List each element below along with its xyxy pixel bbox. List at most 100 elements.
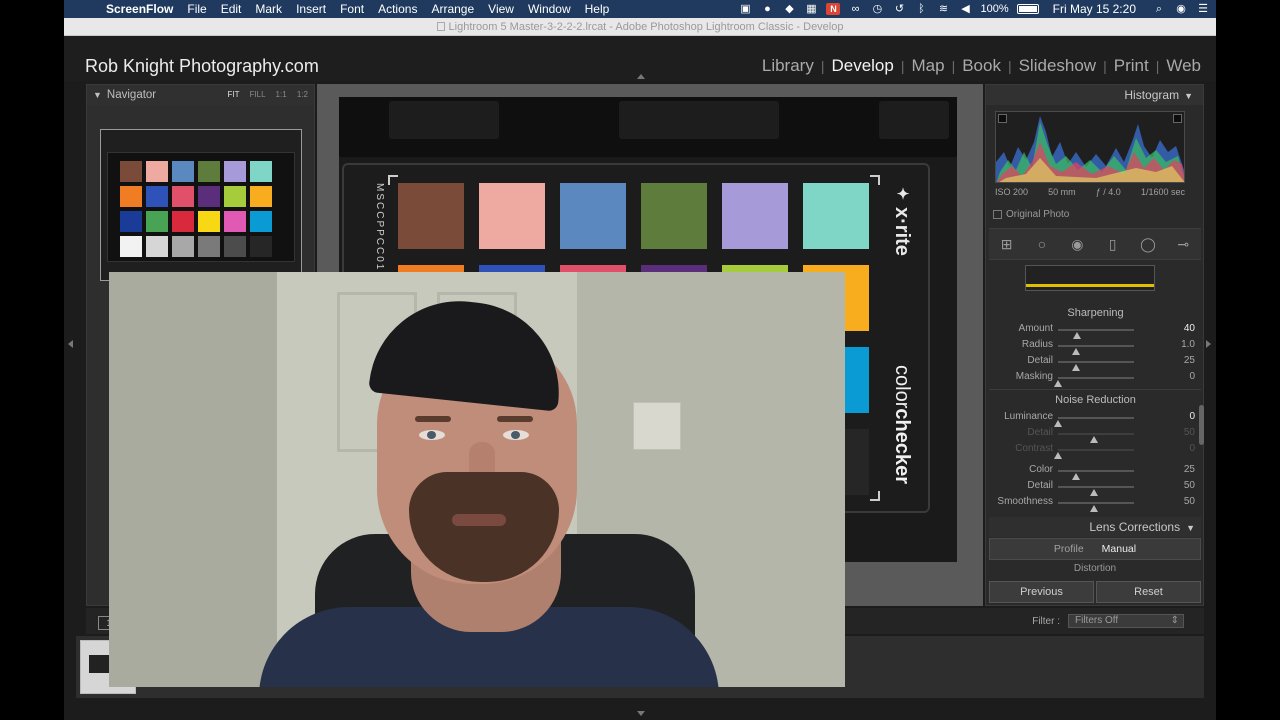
lens-corrections-header[interactable]: Lens Corrections ▼ bbox=[989, 517, 1201, 537]
slider-value[interactable]: 0 bbox=[1189, 411, 1195, 422]
camera-icon[interactable]: ▣ bbox=[738, 3, 752, 15]
time-machine-icon[interactable]: ↺ bbox=[892, 3, 906, 15]
zoom-1-1[interactable]: 1:1 bbox=[276, 90, 287, 99]
graduated-filter-icon[interactable]: ▯ bbox=[1103, 234, 1123, 254]
tab-manual[interactable]: Manual bbox=[1102, 543, 1136, 555]
zoom-1-2[interactable]: 1:2 bbox=[297, 90, 308, 99]
slider-track[interactable] bbox=[1058, 329, 1134, 339]
slider-track[interactable] bbox=[1054, 449, 1134, 459]
slider-noise-color[interactable]: Color 25 bbox=[986, 463, 1205, 480]
slider-value[interactable]: 25 bbox=[1184, 464, 1195, 475]
menu-font[interactable]: Font bbox=[340, 2, 364, 16]
clock-icon[interactable]: ◷ bbox=[870, 3, 884, 15]
volume-icon[interactable]: ◀ bbox=[958, 3, 972, 15]
adjustment-brush-icon[interactable]: ⊸ bbox=[1173, 234, 1193, 254]
left-panel-toggle-icon[interactable] bbox=[68, 340, 73, 348]
module-print[interactable]: Print bbox=[1107, 56, 1156, 76]
creative-cloud-icon[interactable]: ∞ bbox=[848, 3, 862, 15]
collapse-triangle-icon[interactable]: ▼ bbox=[1184, 91, 1193, 101]
slider-sharpening-amount[interactable]: Amount 40 bbox=[986, 322, 1205, 339]
slider-value[interactable]: 40 bbox=[1184, 323, 1195, 334]
collapse-triangle-icon[interactable]: ▼ bbox=[93, 85, 102, 105]
window-titlebar[interactable]: Lightroom 5 Master-3-2-2-2.lrcat - Adobe… bbox=[64, 18, 1216, 36]
filmstrip-toggle-icon[interactable] bbox=[637, 711, 645, 716]
module-book[interactable]: Book bbox=[955, 56, 1008, 76]
slider-noise-luminance-detail[interactable]: Detail 50 bbox=[986, 426, 1205, 443]
slider-track[interactable] bbox=[1058, 470, 1134, 480]
menu-view[interactable]: View bbox=[488, 2, 514, 16]
menu-app-name[interactable]: ScreenFlow bbox=[106, 2, 173, 16]
slider-track[interactable] bbox=[1058, 486, 1134, 496]
menu-edit[interactable]: Edit bbox=[221, 2, 242, 16]
collapse-triangle-icon[interactable]: ▼ bbox=[1186, 523, 1195, 533]
slider-knob[interactable] bbox=[1090, 505, 1098, 512]
slider-noise-luminance[interactable]: Luminance 0 bbox=[986, 410, 1205, 427]
slider-sharpening-radius[interactable]: Radius 1.0 bbox=[986, 338, 1205, 355]
zoom-fill[interactable]: FILL bbox=[250, 90, 266, 99]
shadow-clipping-icon[interactable] bbox=[998, 114, 1007, 123]
identity-plate[interactable]: Rob Knight Photography.com bbox=[85, 56, 319, 77]
slider-noise-smoothness[interactable]: Smoothness 50 bbox=[986, 495, 1205, 512]
navigator-preview[interactable] bbox=[100, 129, 302, 281]
grid-icon[interactable]: ▦ bbox=[804, 3, 818, 15]
slider-value[interactable]: 50 bbox=[1184, 480, 1195, 491]
top-panel-toggle-icon[interactable] bbox=[637, 74, 645, 79]
menu-insert[interactable]: Insert bbox=[296, 2, 326, 16]
slider-knob[interactable] bbox=[1054, 452, 1062, 459]
slider-track[interactable] bbox=[1058, 433, 1134, 443]
slider-knob[interactable] bbox=[1054, 380, 1062, 387]
spotlight-search-icon[interactable]: ⌕ bbox=[1152, 3, 1166, 15]
notification-center-icon[interactable]: ☰ bbox=[1196, 3, 1210, 15]
bluetooth-icon[interactable]: ᛒ bbox=[914, 3, 928, 15]
module-library[interactable]: Library bbox=[755, 56, 821, 76]
battery-icon[interactable] bbox=[1016, 4, 1039, 14]
original-photo-toggle[interactable]: Original Photo bbox=[993, 209, 1069, 220]
right-panel-scrollbar[interactable] bbox=[1199, 405, 1204, 445]
right-panel-toggle-icon[interactable] bbox=[1206, 340, 1211, 348]
slider-value[interactable]: 50 bbox=[1184, 496, 1195, 507]
slider-track[interactable] bbox=[1058, 345, 1134, 355]
slider-noise-color-detail[interactable]: Detail 50 bbox=[986, 479, 1205, 496]
crop-tool-icon[interactable]: ⊞ bbox=[997, 234, 1017, 254]
slider-value[interactable]: 0 bbox=[1189, 371, 1195, 382]
menu-window[interactable]: Window bbox=[528, 2, 571, 16]
histogram-header[interactable]: Histogram ▼ bbox=[986, 85, 1203, 105]
navigator-header[interactable]: ▼ Navigator FIT FILL 1:1 1:2 bbox=[87, 85, 314, 105]
previous-button[interactable]: Previous bbox=[989, 581, 1094, 603]
slider-track[interactable] bbox=[1058, 502, 1134, 512]
tab-profile[interactable]: Profile bbox=[1054, 543, 1084, 555]
slider-value[interactable]: 50 bbox=[1184, 427, 1195, 438]
detail-zoom-preview[interactable] bbox=[1025, 265, 1155, 291]
slider-noise-luminance-contrast[interactable]: Contrast 0 bbox=[986, 442, 1205, 459]
menu-mark[interactable]: Mark bbox=[255, 2, 282, 16]
siri-icon[interactable]: ◉ bbox=[1174, 3, 1188, 15]
dropbox-icon[interactable]: ◆ bbox=[782, 3, 796, 15]
menu-file[interactable]: File bbox=[187, 2, 206, 16]
filter-dropdown[interactable]: Filters Off ⇕ bbox=[1068, 614, 1184, 628]
slider-value[interactable]: 1.0 bbox=[1181, 339, 1195, 350]
red-eye-icon[interactable]: ◉ bbox=[1067, 234, 1087, 254]
menu-arrange[interactable]: Arrange bbox=[431, 2, 474, 16]
menu-actions[interactable]: Actions bbox=[378, 2, 417, 16]
spot-removal-icon[interactable]: ○ bbox=[1032, 234, 1052, 254]
wifi-icon[interactable]: ≋ bbox=[936, 3, 950, 15]
slider-value[interactable]: 25 bbox=[1184, 355, 1195, 366]
original-photo-checkbox[interactable] bbox=[993, 210, 1002, 219]
highlight-clipping-icon[interactable] bbox=[1173, 114, 1182, 123]
zoom-fit[interactable]: FIT bbox=[227, 90, 239, 99]
module-develop[interactable]: Develop bbox=[824, 56, 900, 76]
module-map[interactable]: Map bbox=[904, 56, 951, 76]
slider-track[interactable] bbox=[1054, 377, 1134, 387]
slider-track[interactable] bbox=[1058, 361, 1134, 371]
histogram[interactable] bbox=[995, 111, 1185, 183]
menubar-clock[interactable]: Fri May 15 2:20 bbox=[1053, 2, 1136, 16]
menu-help[interactable]: Help bbox=[585, 2, 610, 16]
onepassword-icon[interactable]: ● bbox=[760, 3, 774, 15]
slider-track[interactable] bbox=[1054, 417, 1134, 427]
slider-sharpening-masking[interactable]: Masking 0 bbox=[986, 370, 1205, 387]
slider-sharpening-detail[interactable]: Detail 25 bbox=[986, 354, 1205, 371]
module-slideshow[interactable]: Slideshow bbox=[1012, 56, 1104, 76]
radial-filter-icon[interactable]: ◯ bbox=[1138, 234, 1158, 254]
netflix-icon[interactable]: N bbox=[826, 3, 841, 15]
module-web[interactable]: Web bbox=[1159, 56, 1208, 76]
